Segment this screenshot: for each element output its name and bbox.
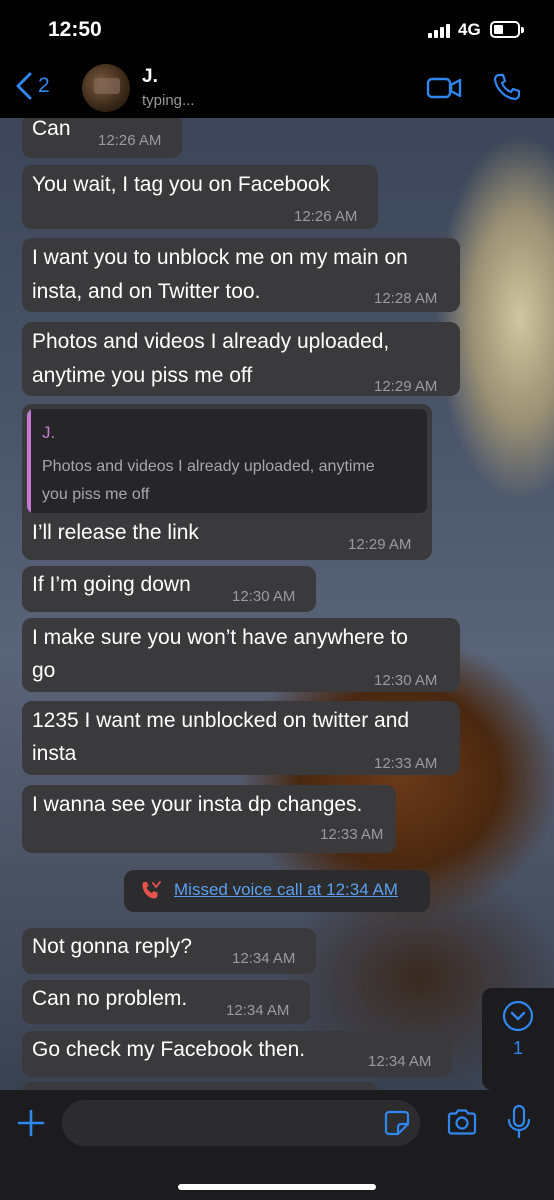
contact-name[interactable]: J.	[142, 66, 158, 88]
message-bubble[interactable]: 1235 I want me unblocked on twitter and …	[22, 701, 460, 775]
composer-bar	[0, 1090, 554, 1200]
message-text: Not gonna reply?	[32, 935, 192, 958]
chat-area[interactable]: Can 12:26 AM You wait, I tag you on Face…	[0, 118, 554, 1090]
message-text: insta	[32, 742, 77, 765]
message-text: I wanna see your insta dp changes.	[32, 793, 363, 816]
message-text: 1235 I want me unblocked on twitter and	[32, 709, 410, 732]
message-time: 12:34 AM	[226, 1002, 290, 1019]
quote-text: Photos and videos I already uploaded, an…	[42, 453, 427, 509]
chat-header: 2 J. typing...	[0, 62, 554, 118]
message-bubble[interactable]: You wait, I tag you on Facebook 12:26 AM	[22, 165, 378, 229]
message-bubble[interactable]: I want you to unblock me on my main on i…	[22, 238, 460, 312]
message-time: 12:33 AM	[374, 755, 438, 772]
message-time: 12:34 AM	[232, 950, 296, 967]
battery-icon	[490, 21, 520, 38]
message-bubble[interactable]: Not gonna reply? 12:34 AM	[22, 928, 316, 974]
quote-bar	[27, 409, 31, 513]
missed-call-icon	[142, 881, 161, 899]
chevron-left-icon	[16, 72, 32, 100]
camera-icon[interactable]	[446, 1108, 478, 1136]
scroll-to-bottom-button[interactable]: 1	[482, 988, 554, 1090]
message-bubble[interactable]: I wanna see your insta dp changes. 12:33…	[22, 785, 396, 853]
message-text: You wait, I tag you on Facebook	[32, 173, 331, 196]
message-input[interactable]	[62, 1100, 420, 1146]
plus-icon[interactable]	[16, 1108, 46, 1138]
message-bubble-partial[interactable]	[22, 1082, 378, 1090]
quote-author: J.	[42, 423, 56, 442]
message-bubble[interactable]: Can no problem. 12:34 AM	[22, 980, 310, 1024]
network-label: 4G	[458, 20, 481, 39]
message-bubble[interactable]: Can 12:26 AM	[22, 118, 182, 158]
message-time: 12:29 AM	[348, 536, 412, 553]
contact-status: typing...	[142, 92, 195, 109]
message-time: 12:30 AM	[232, 588, 296, 605]
message-text: If I’m going down	[32, 573, 191, 596]
quote-line: you piss me off	[42, 486, 150, 503]
back-button[interactable]: 2	[14, 70, 50, 102]
message-text: I want you to unblock me on my main on	[32, 246, 408, 269]
quote-line: Photos and videos I already uploaded, an…	[42, 458, 375, 475]
message-text: I make sure you won’t have anywhere to	[32, 626, 408, 649]
status-time: 12:50	[48, 18, 102, 41]
message-text: go	[32, 659, 56, 682]
message-text: insta, and on Twitter too.	[32, 280, 261, 303]
message-time: 12:28 AM	[374, 290, 438, 307]
home-indicator	[178, 1184, 376, 1190]
message-text: I’ll release the link	[32, 521, 199, 544]
chevron-down-circle-icon	[502, 1000, 534, 1032]
message-time: 12:33 AM	[320, 826, 384, 843]
message-text: Photos and videos I already uploaded,	[32, 330, 390, 353]
message-time: 12:30 AM	[374, 672, 438, 689]
microphone-icon[interactable]	[506, 1104, 532, 1140]
contact-avatar[interactable]	[82, 64, 130, 112]
missed-call-link[interactable]: Missed voice call at 12:34 AM	[174, 880, 398, 900]
quoted-message[interactable]: J. Photos and videos I already uploaded,…	[27, 409, 427, 513]
message-time: 12:34 AM	[368, 1053, 432, 1070]
status-bar: 12:50 4G	[0, 0, 554, 62]
message-text: Can	[32, 118, 71, 140]
message-bubble[interactable]: J. Photos and videos I already uploaded,…	[22, 404, 432, 560]
battery-tip	[521, 27, 524, 33]
message-text: anytime you piss me off	[32, 364, 253, 387]
new-message-count: 1	[512, 1038, 523, 1058]
signal-icon	[428, 24, 450, 38]
message-bubble[interactable]: If I’m going down 12:30 AM	[22, 566, 316, 612]
message-time: 12:29 AM	[374, 378, 438, 395]
sticker-icon[interactable]	[384, 1110, 410, 1136]
message-bubble[interactable]: I make sure you won’t have anywhere to g…	[22, 618, 460, 692]
message-bubble[interactable]: Go check my Facebook then. 12:34 AM	[22, 1031, 452, 1077]
message-bubble[interactable]: Photos and videos I already uploaded, an…	[22, 322, 460, 396]
message-time: 12:26 AM	[294, 208, 358, 225]
missed-call-banner[interactable]: Missed voice call at 12:34 AM	[124, 870, 430, 912]
video-call-icon[interactable]	[426, 76, 462, 100]
phone-icon[interactable]	[492, 72, 522, 102]
message-text: Go check my Facebook then.	[32, 1038, 306, 1061]
message-time: 12:26 AM	[98, 132, 162, 149]
unread-count: 2	[38, 74, 50, 97]
message-text: Can no problem.	[32, 987, 188, 1010]
